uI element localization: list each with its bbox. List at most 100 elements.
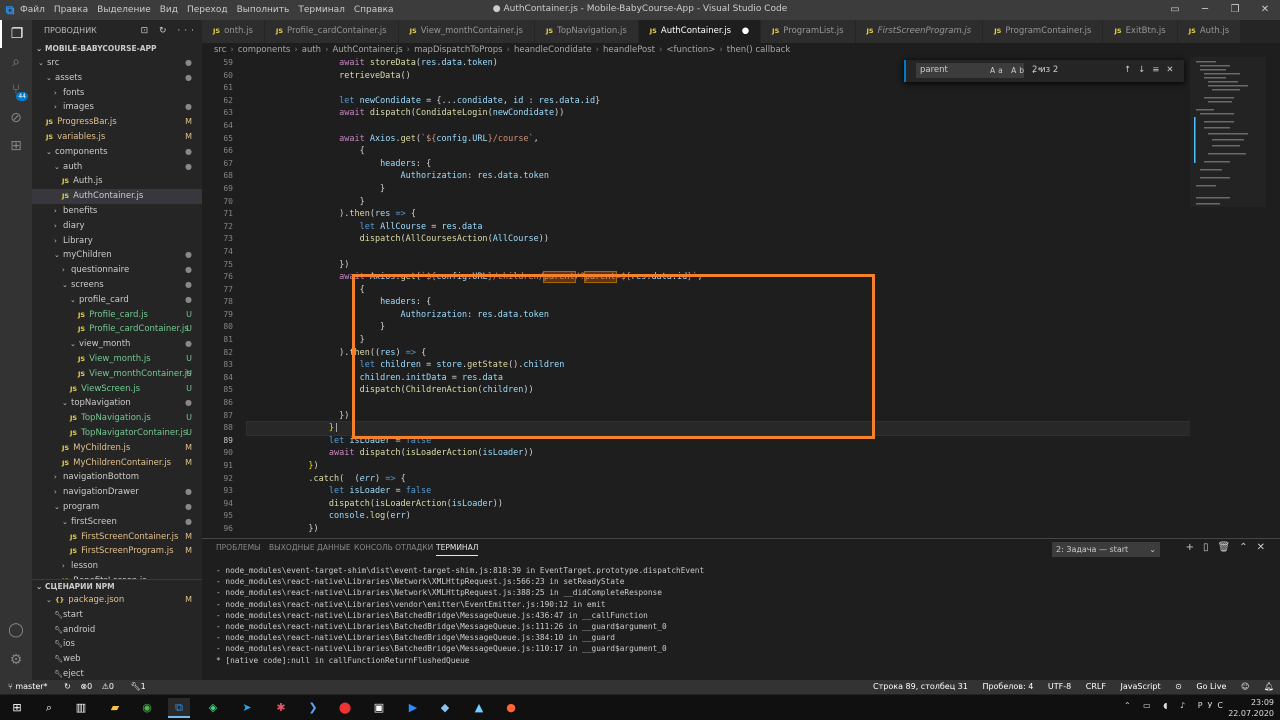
- tab-terminal[interactable]: ТЕРМИНАЛ: [436, 543, 479, 556]
- tab-programcontainer-js[interactable]: JS ProgramContainer.js: [983, 20, 1104, 43]
- tab-authcontainer-js[interactable]: JS AuthContainer.js ●: [638, 20, 762, 43]
- folder-item[interactable]: › benefits: [32, 204, 202, 219]
- folder-item[interactable]: ⌄ firstScreen ●: [32, 515, 202, 530]
- layout-icon[interactable]: ▭: [1160, 0, 1190, 20]
- feedback-icon[interactable]: ☺: [1241, 682, 1249, 691]
- file-item[interactable]: JS Profile_cardContainer.js U: [32, 322, 202, 337]
- notifications-icon[interactable]: 🔔︎: [1264, 682, 1274, 691]
- tab-debug-console[interactable]: КОНСОЛЬ ОТЛАДКИ: [354, 543, 433, 552]
- folder-item[interactable]: › diary: [32, 219, 202, 234]
- breadcrumb-item[interactable]: heandlePost: [603, 45, 655, 55]
- paint-icon[interactable]: ◆: [434, 698, 456, 718]
- folder-item[interactable]: ⌄ auth ●: [32, 160, 202, 175]
- problems-indicator[interactable]: ⊗0 ⚠0: [80, 682, 121, 691]
- menu-item-1[interactable]: Правка: [54, 5, 88, 15]
- find-navigation[interactable]: ↑↓≡✕: [1124, 63, 1181, 78]
- powershell-icon[interactable]: ❯: [302, 698, 324, 718]
- start-button-icon[interactable]: ⊞: [6, 698, 28, 718]
- file-item[interactable]: JS TopNavigatorContainer.js U: [32, 426, 202, 441]
- terminal-task-select[interactable]: 2: Задача — start ⌄: [1052, 542, 1160, 557]
- breadcrumb-item[interactable]: src: [214, 45, 226, 55]
- folder-item[interactable]: ⌄ program ●: [32, 500, 202, 515]
- folder-item[interactable]: ⌄ components ●: [32, 145, 202, 160]
- cursor-position[interactable]: Строка 89, столбец 31: [873, 682, 968, 691]
- file-item[interactable]: JS ViewScreen.js U: [32, 382, 202, 397]
- terminal-output[interactable]: - node_modules\event-target-shim\dist\ev…: [202, 559, 1280, 666]
- breadcrumb-item[interactable]: mapDispatchToProps: [414, 45, 502, 55]
- maximize-button[interactable]: ❐: [1220, 0, 1250, 20]
- folder-item[interactable]: › Library: [32, 234, 202, 249]
- file-item[interactable]: JS Profile_card.js U: [32, 308, 202, 323]
- close-button[interactable]: ✕: [1250, 0, 1280, 20]
- extensions-icon[interactable]: ⊞: [0, 132, 32, 160]
- file-item[interactable]: JS ProgressBar.js M: [32, 115, 202, 130]
- tree-item[interactable]: 🔧︎web: [32, 652, 202, 667]
- search-icon[interactable]: ⌕: [0, 48, 32, 76]
- go-live-button[interactable]: ⊙ Go Live: [1175, 682, 1226, 691]
- file-item[interactable]: JS FirstScreenProgram.js M: [32, 544, 202, 559]
- file-item[interactable]: JS MyChildren.js M: [32, 441, 202, 456]
- task-view-icon[interactable]: ▥: [70, 698, 92, 718]
- explorer-icon[interactable]: ❐: [0, 20, 32, 48]
- unsaved-dot-icon[interactable]: ●: [739, 26, 749, 36]
- photos-icon[interactable]: ▲: [468, 698, 490, 718]
- postman-icon[interactable]: ●: [500, 698, 522, 718]
- settings-gear-icon[interactable]: ⚙: [0, 646, 32, 674]
- folder-item[interactable]: › questionnaire ●: [32, 263, 202, 278]
- menu-item-0[interactable]: Файл: [20, 5, 45, 15]
- tab-exitbtn-js[interactable]: JS ExitBtn.js: [1103, 20, 1178, 43]
- tree-item[interactable]: 🔧︎eject: [32, 667, 202, 680]
- android-app-icon[interactable]: ◈: [202, 698, 224, 718]
- file-item[interactable]: JS variables.js M: [32, 130, 202, 145]
- branch-indicator[interactable]: ⑂ master*: [8, 682, 55, 691]
- file-item[interactable]: JS AuthContainer.js: [32, 189, 202, 204]
- breadcrumb-item[interactable]: heandleCondidate: [514, 45, 592, 55]
- minimap[interactable]: [1190, 57, 1266, 538]
- tab-auth-js[interactable]: JS Auth.js: [1177, 20, 1242, 43]
- folder-item[interactable]: ⌄ view_month ●: [32, 337, 202, 352]
- vertical-scrollbar[interactable]: [1266, 57, 1280, 538]
- menu-item-6[interactable]: Терминал: [298, 5, 345, 15]
- file-item[interactable]: JS Auth.js: [32, 174, 202, 189]
- tab-profile_cardcontainer-js[interactable]: JS Profile_cardContainer.js: [264, 20, 399, 43]
- explorer-actions[interactable]: ⊡ ↻ ···: [141, 20, 198, 42]
- chrome-icon[interactable]: ◉: [136, 698, 158, 718]
- menu-item-3[interactable]: Вид: [160, 5, 178, 15]
- file-item[interactable]: JS FirstScreenContainer.js M: [32, 530, 202, 545]
- tab-onth-js[interactable]: JS onth.js: [202, 20, 265, 43]
- folder-item[interactable]: › navigationBottom: [32, 470, 202, 485]
- vscode-taskbar-icon[interactable]: ⧉: [168, 698, 190, 718]
- folder-item[interactable]: ⌄ myChildren ●: [32, 248, 202, 263]
- tasks-indicator[interactable]: 🔧︎1: [131, 682, 153, 691]
- file-item[interactable]: JS BenefitsLesson.js: [32, 574, 202, 579]
- project-section[interactable]: ⌄ MOBILE-BABYCOURSE-APP: [32, 42, 202, 56]
- breadcrumb-item[interactable]: then() callback: [727, 45, 790, 55]
- tab-topnavigation-js[interactable]: JS TopNavigation.js: [534, 20, 639, 43]
- tab-firstscreenprogram-js[interactable]: JS FirstScreenProgram.js: [855, 20, 984, 43]
- line-ending[interactable]: CRLF: [1086, 682, 1106, 691]
- breadcrumb-item[interactable]: auth: [302, 45, 321, 55]
- tab-view_monthcontainer-js[interactable]: JS View_monthContainer.js: [398, 20, 535, 43]
- breadcrumb-item[interactable]: components: [238, 45, 291, 55]
- taskbar-search-icon[interactable]: ⌕: [38, 698, 60, 718]
- file-item[interactable]: JS TopNavigation.js U: [32, 411, 202, 426]
- folder-item[interactable]: ⌄ topNavigation ●: [32, 396, 202, 411]
- folder-item[interactable]: ⌄ profile_card ●: [32, 293, 202, 308]
- folder-item[interactable]: › images ●: [32, 100, 202, 115]
- code-editor[interactable]: 59 60 61 62 63 64 65 66 67 68 69 70 71 72 73 74 75 76 77 78…: [202, 57, 1280, 538]
- tree-item[interactable]: 🔧︎start: [32, 608, 202, 623]
- menu-item-7[interactable]: Справка: [354, 5, 394, 15]
- breadcrumb-item[interactable]: <function>: [666, 45, 715, 55]
- tab-programlist-js[interactable]: JS ProgramList.js: [761, 20, 856, 43]
- input-language[interactable]: РУС: [1198, 701, 1228, 710]
- run-debug-icon[interactable]: ⊘: [0, 104, 32, 132]
- menu-item-2[interactable]: Выделение: [97, 5, 151, 15]
- tab-problems[interactable]: ПРОБЛЕМЫ: [216, 543, 261, 552]
- source-control-icon[interactable]: ⑂ 44: [0, 76, 32, 104]
- folder-item[interactable]: ⌄ screens ●: [32, 278, 202, 293]
- tree-item[interactable]: 🔧︎ios: [32, 637, 202, 652]
- folder-item[interactable]: › fonts: [32, 86, 202, 101]
- tree-item[interactable]: ⌄{} package.json M: [32, 593, 202, 608]
- system-tray[interactable]: ⌃ ▭ ◖ ♪ РУС: [1124, 701, 1228, 710]
- file-item[interactable]: JS View_month.js U: [32, 352, 202, 367]
